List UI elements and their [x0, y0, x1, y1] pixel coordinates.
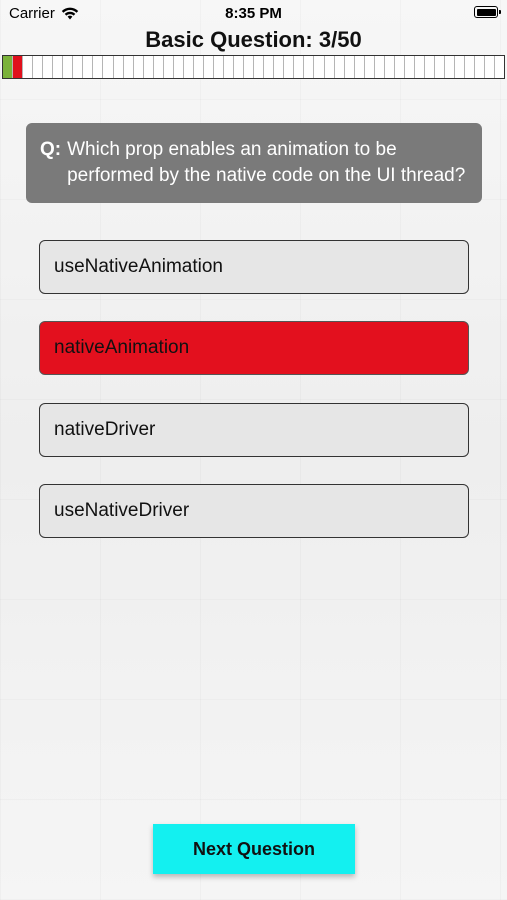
progress-segment [204, 56, 214, 78]
progress-segment [405, 56, 415, 78]
progress-segment [465, 56, 476, 78]
progress-segment [234, 56, 245, 78]
progress-segment [43, 56, 54, 78]
answer-option-1[interactable]: useNativeAnimation [39, 240, 469, 294]
progress-segment [83, 56, 94, 78]
status-time: 8:35 PM [225, 5, 282, 22]
progress-segment [335, 56, 345, 78]
progress-segment [254, 56, 265, 78]
progress-segment [214, 56, 225, 78]
progress-segment [264, 56, 275, 78]
progress-segment [174, 56, 184, 78]
next-question-button[interactable]: Next Question [153, 824, 355, 874]
answer-option-4[interactable]: useNativeDriver [39, 484, 469, 538]
progress-segment [284, 56, 295, 78]
battery-icon [474, 6, 501, 18]
progress-segment [93, 56, 104, 78]
progress-segment [124, 56, 134, 78]
progress-segment [134, 56, 144, 78]
progress-segment [385, 56, 395, 78]
progress-segment [144, 56, 154, 78]
progress-segment [485, 56, 496, 78]
progress-segment [3, 56, 14, 78]
progress-segment [495, 56, 504, 78]
progress-segment [435, 56, 446, 78]
progress-segment [23, 56, 34, 78]
answer-label: useNativeAnimation [54, 256, 223, 277]
progress-segment [375, 56, 385, 78]
answer-label: nativeDriver [54, 419, 156, 440]
progress-segment [475, 56, 486, 78]
answer-label: useNativeDriver [54, 500, 190, 521]
progress-segment [425, 56, 436, 78]
progress-segment [455, 56, 466, 78]
progress-segment [33, 56, 44, 78]
progress-segment [224, 56, 235, 78]
progress-segment [154, 56, 164, 78]
question-prefix: Q: [40, 139, 62, 160]
page-title: Basic Question: 3/50 [145, 27, 362, 52]
progress-segment [53, 56, 64, 78]
progress-segment [164, 56, 174, 78]
question-card: Q: Which prop enables an animation to be… [26, 123, 482, 203]
progress-segment [103, 56, 114, 78]
question-text: Which prop enables an animation to be pe… [67, 139, 466, 186]
progress-segment [355, 56, 365, 78]
progress-segment [294, 56, 305, 78]
status-bar: Carrier 8:35 PM [0, 0, 507, 26]
progress-segment [73, 56, 84, 78]
question-progress-bar [2, 55, 505, 79]
progress-segment [194, 56, 204, 78]
answer-label: nativeAnimation [54, 337, 190, 358]
progress-segment [184, 56, 194, 78]
progress-segment [345, 56, 355, 78]
answer-option-2[interactable]: nativeAnimation [39, 321, 469, 375]
progress-segment [63, 56, 74, 78]
progress-segment [395, 56, 405, 78]
progress-segment [365, 56, 375, 78]
progress-segment [274, 56, 285, 78]
answer-option-3[interactable]: nativeDriver [39, 403, 469, 457]
progress-segment [314, 56, 325, 78]
progress-segment [244, 56, 255, 78]
progress-segment [415, 56, 425, 78]
progress-segment [325, 56, 335, 78]
progress-segment [445, 56, 456, 78]
progress-segment [304, 56, 315, 78]
progress-segment [114, 56, 124, 78]
progress-segment [13, 56, 24, 78]
